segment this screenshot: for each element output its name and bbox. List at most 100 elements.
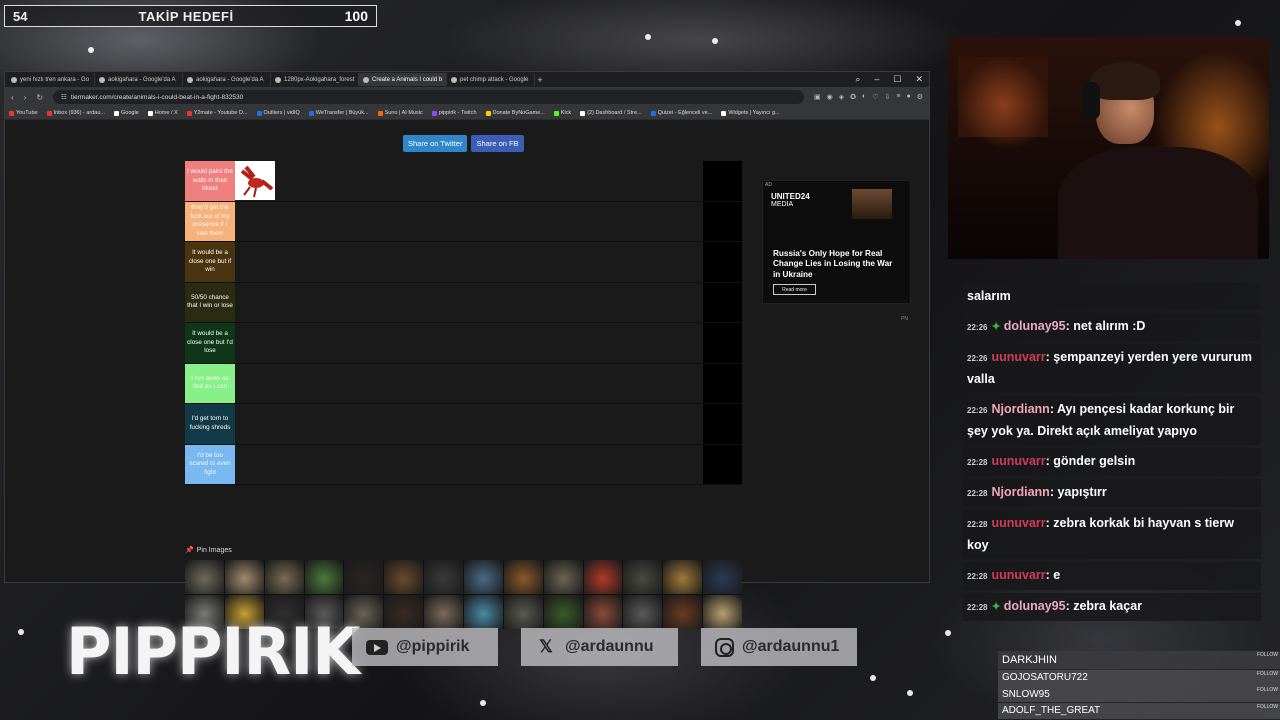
tier-drop-zone[interactable] [235, 282, 703, 322]
chat-username[interactable]: dolunay95 [1004, 599, 1066, 613]
close-icon[interactable]: ✕ [915, 74, 923, 85]
tier-settings-column[interactable] [703, 282, 742, 322]
bookmark-item[interactable]: Widgets | Yayıncı g... [721, 110, 780, 116]
bookmark-item[interactable]: YouTube [9, 110, 38, 116]
animal-thumbnail[interactable] [583, 560, 623, 594]
share-fb-button[interactable]: Share on FB [471, 135, 524, 152]
tier-settings-column[interactable] [703, 404, 742, 444]
search-tabs-icon[interactable]: ⌕ [855, 74, 860, 85]
tier-label[interactable]: It would be a close one but I'd lose [185, 323, 235, 363]
animal-thumbnail[interactable] [503, 595, 543, 629]
tier-drop-zone[interactable] [235, 363, 703, 403]
animal-thumbnail[interactable] [464, 595, 503, 629]
animal-thumbnail[interactable] [623, 560, 663, 594]
tier-label[interactable]: I'd be too scared to even fight [185, 444, 235, 484]
bookmark-item[interactable]: pippirik - Twitch [431, 110, 477, 116]
ad-read-more-button[interactable]: Read more [773, 284, 816, 295]
tier-settings-column[interactable] [703, 323, 742, 363]
animal-thumbnail[interactable] [663, 595, 703, 629]
maximize-icon[interactable]: ☐ [893, 74, 901, 85]
bookmark-item[interactable]: Inbox (936) - ardau... [46, 110, 105, 116]
browser-tab[interactable]: aokigahara - Google'da A [183, 73, 271, 86]
url-field[interactable]: ☷ tiermaker.com/create/animals-i-could-be… [53, 90, 804, 104]
site-info-icon[interactable]: ☷ [61, 93, 67, 101]
tier-drop-zone[interactable] [235, 161, 703, 201]
lobster-tile[interactable] [235, 161, 275, 200]
animal-thumbnail[interactable] [543, 560, 583, 594]
browser-tab[interactable]: 1280px-Aokigahara_forest [271, 73, 359, 86]
tier-drop-zone[interactable] [235, 201, 703, 241]
reload-icon[interactable]: ↻ [36, 93, 43, 102]
downloads-icon[interactable]: ⇩ [885, 93, 891, 101]
bookmark-item[interactable]: Y2mate - Youtube D... [186, 110, 248, 116]
profile-icon[interactable]: ● [906, 93, 910, 101]
share-twitter-button[interactable]: Share on Twitter [403, 135, 468, 152]
extension-icon[interactable]: ◐ [862, 93, 866, 101]
browser-tab[interactable]: aokigahara - Google'da A [95, 73, 183, 86]
new-tab-icon[interactable]: + [535, 75, 545, 85]
animal-thumbnail[interactable] [503, 560, 543, 594]
animal-thumbnail[interactable] [384, 595, 424, 629]
browser-tab[interactable]: pet chimp attack - Google [447, 73, 535, 86]
tier-drop-zone[interactable] [235, 242, 703, 282]
bookmark-item[interactable]: (2) Dashboard / Stre... [580, 110, 642, 116]
tier-label[interactable]: It would be a close one but if win [185, 242, 235, 282]
bookmark-item[interactable]: Suno | AI Music [377, 110, 423, 116]
chat-username[interactable]: Njordiann [991, 485, 1049, 499]
pin-images-toggle[interactable]: 📌 Pin Images [185, 546, 232, 555]
extension-icon[interactable]: ✪ [850, 93, 856, 101]
animal-thumbnail[interactable] [663, 560, 703, 594]
tier-drop-zone[interactable] [235, 323, 703, 363]
bookmark-star-icon[interactable]: ♡ [872, 93, 878, 101]
animal-thumbnail[interactable] [543, 595, 583, 629]
tier-settings-column[interactable] [703, 444, 742, 484]
tier-settings-column[interactable] [703, 201, 742, 241]
tier-settings-column[interactable] [703, 363, 742, 403]
animal-thumbnail[interactable] [583, 595, 623, 629]
tier-settings-column[interactable] [703, 242, 742, 282]
bookmark-item[interactable]: WeTransfer | Büyük... [308, 110, 369, 116]
animal-thumbnail[interactable] [384, 560, 424, 594]
animal-thumbnail[interactable] [264, 560, 304, 594]
chat-username[interactable]: uunuvarr [991, 516, 1045, 530]
animal-thumbnail[interactable] [344, 560, 384, 594]
animal-thumbnail[interactable] [623, 595, 663, 629]
settings-icon[interactable]: ⚙ [917, 93, 923, 101]
forward-icon[interactable]: › [24, 93, 27, 102]
chat-username[interactable]: Njordiann [991, 402, 1049, 416]
tier-label[interactable]: they'd get the fuck out of my presence i… [185, 201, 235, 241]
extension-icon[interactable]: ▣ [814, 93, 821, 101]
bookmark-item[interactable]: Outliers | vidIQ [256, 110, 300, 116]
tier-label[interactable]: I would paint the walls in their blood [185, 161, 235, 201]
animal-thumbnail[interactable] [304, 560, 344, 594]
chat-username[interactable]: dolunay95 [1004, 319, 1066, 333]
browser-tab[interactable]: yeni hızlı tren ankara - Go [7, 73, 95, 86]
animal-thumbnail[interactable] [424, 595, 463, 629]
minimize-icon[interactable]: – [874, 74, 879, 85]
tier-drop-zone[interactable] [235, 444, 703, 484]
chat-username[interactable]: uunuvarr [991, 454, 1045, 468]
menu-icon[interactable]: ≡ [896, 93, 900, 101]
bookmark-item[interactable]: Kick [553, 110, 571, 116]
animal-thumbnail[interactable] [224, 560, 264, 594]
extension-icon[interactable]: ◈ [839, 93, 844, 101]
bookmark-item[interactable]: Home / X [147, 110, 178, 116]
animal-thumbnail[interactable] [703, 560, 742, 594]
extension-icon[interactable]: ◉ [827, 93, 833, 101]
tier-settings-column[interactable] [703, 161, 742, 201]
tier-label[interactable]: 50/50 chance that I win or lose [185, 282, 235, 322]
bookmark-item[interactable]: Google [114, 110, 139, 116]
tier-drop-zone[interactable] [235, 404, 703, 444]
tier-label[interactable]: I run away as fast as I can [185, 363, 235, 403]
animal-thumbnail[interactable] [185, 560, 224, 594]
chat-username[interactable]: uunuvarr [991, 568, 1045, 582]
bookmark-item[interactable]: Quizei - Eğlenceli ve... [650, 110, 712, 116]
chat-username[interactable]: uunuvarr [991, 350, 1045, 364]
back-icon[interactable]: ‹ [11, 93, 14, 102]
animal-thumbnail[interactable] [424, 560, 463, 594]
tier-label[interactable]: I'd get torn to fucking shreds [185, 404, 235, 444]
ad-banner[interactable]: AD UNITED24 MEDIA Russia's Only Hope for … [762, 180, 911, 304]
bookmark-item[interactable]: Donate ByNoGame... [485, 110, 545, 116]
animal-thumbnail[interactable] [703, 595, 742, 629]
animal-thumbnail[interactable] [464, 560, 503, 594]
